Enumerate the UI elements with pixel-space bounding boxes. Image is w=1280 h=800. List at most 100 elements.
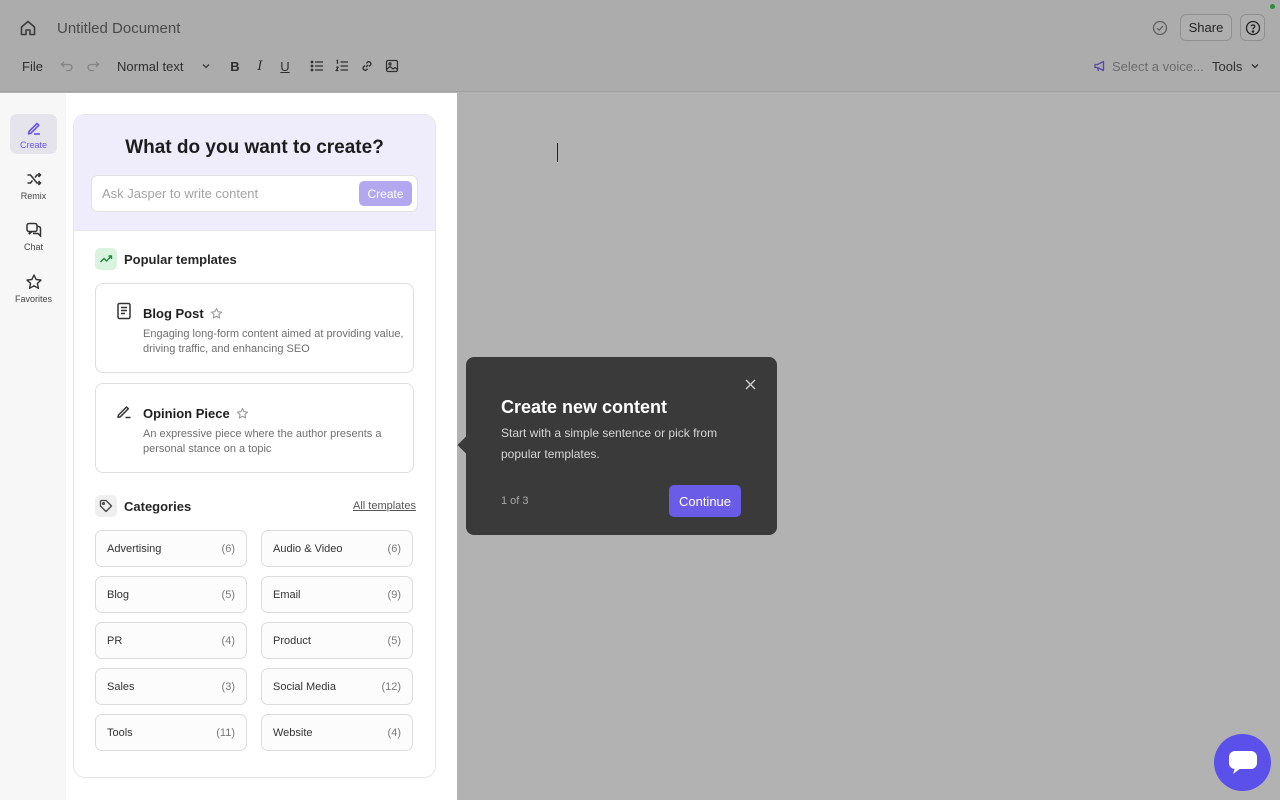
nav-item-create[interactable]: Create xyxy=(10,114,57,154)
template-name: Opinion Piece xyxy=(143,406,249,421)
template-name-text: Opinion Piece xyxy=(143,406,230,421)
template-card-opinion-piece[interactable]: Opinion Piece An expressive piece where … xyxy=(95,383,414,473)
popular-templates-title: Popular templates xyxy=(124,251,237,267)
bold-button[interactable]: B xyxy=(226,52,244,80)
tour-body: Start with a simple sentence or pick fro… xyxy=(501,426,718,461)
numbered-list-button[interactable] xyxy=(333,52,351,80)
category-advertising[interactable]: Advertising (6) xyxy=(95,530,247,567)
nav-item-chat[interactable]: Chat xyxy=(10,216,57,256)
close-icon xyxy=(745,379,755,389)
bullet-list-icon xyxy=(310,60,323,72)
nav-item-label: Favorites xyxy=(14,293,52,304)
categories-title: Categories xyxy=(124,498,192,514)
all-templates-link[interactable]: All templates xyxy=(353,500,416,512)
bullet-list-button[interactable] xyxy=(308,52,326,80)
category-name: Website xyxy=(273,726,313,739)
nav-item-label: Remix xyxy=(20,190,47,201)
category-count: (9) xyxy=(387,588,401,601)
template-description: Engaging long-form content aimed at prov… xyxy=(143,328,404,355)
saved-check-icon xyxy=(1152,20,1168,36)
document-icon xyxy=(115,302,133,320)
category-count: (4) xyxy=(221,634,235,647)
category-name: Email xyxy=(273,588,301,601)
support-chat-button[interactable] xyxy=(1214,734,1271,791)
help-icon xyxy=(1245,20,1260,35)
chevron-down-icon xyxy=(1251,64,1259,69)
insert-image-button[interactable] xyxy=(383,52,401,80)
tools-menu[interactable]: Tools xyxy=(1212,52,1260,80)
link-button[interactable] xyxy=(358,52,376,80)
text-caret xyxy=(557,143,558,162)
template-name-text: Blog Post xyxy=(143,306,204,321)
ask-jasper-input[interactable] xyxy=(102,176,352,211)
ask-create-button[interactable]: Create xyxy=(359,181,412,206)
category-blog[interactable]: Blog (5) xyxy=(95,576,247,613)
tour-step-counter: 1 of 3 xyxy=(501,495,529,507)
image-icon xyxy=(385,59,399,73)
continue-button[interactable]: Continue xyxy=(669,485,741,517)
category-website[interactable]: Website (4) xyxy=(261,714,413,751)
nav-item-label: Create xyxy=(19,139,47,150)
text-style-select[interactable]: Normal text xyxy=(117,52,211,80)
category-count: (3) xyxy=(221,680,235,693)
category-pr[interactable]: PR (4) xyxy=(95,622,247,659)
popular-templates-header: Popular templates xyxy=(95,248,237,270)
megaphone-icon xyxy=(1094,60,1105,72)
pen-icon xyxy=(115,402,133,420)
ask-jasper-box: Create xyxy=(91,175,418,212)
redo-icon xyxy=(87,61,100,72)
share-button[interactable]: Share xyxy=(1180,14,1232,41)
nav-item-favorites[interactable]: Favorites xyxy=(10,268,57,308)
undo-button[interactable] xyxy=(58,52,76,80)
category-count: (5) xyxy=(221,588,235,601)
template-name: Blog Post xyxy=(143,306,223,321)
category-tools[interactable]: Tools (11) xyxy=(95,714,247,751)
close-button[interactable] xyxy=(743,377,757,391)
category-sales[interactable]: Sales (3) xyxy=(95,668,247,705)
create-panel-header: What do you want to create? Create xyxy=(74,115,435,231)
italic-button[interactable]: I xyxy=(251,52,269,80)
category-count: (6) xyxy=(387,542,401,555)
tools-menu-label: Tools xyxy=(1212,58,1243,74)
formatting-toolbar: File Normal text B I U Select a voice... xyxy=(0,52,1280,80)
numbered-list-icon xyxy=(335,59,348,72)
nav-item-label: Chat xyxy=(23,241,43,252)
voice-select[interactable]: Select a voice... xyxy=(1093,52,1204,80)
tour-popover: Create new content Start with a simple s… xyxy=(457,357,777,535)
category-email[interactable]: Email (9) xyxy=(261,576,413,613)
favorite-star-icon[interactable] xyxy=(210,307,223,320)
favorite-star-icon[interactable] xyxy=(236,407,249,420)
star-icon xyxy=(25,273,42,289)
nav-item-remix[interactable]: Remix xyxy=(10,165,57,205)
category-count: (6) xyxy=(221,542,235,555)
help-button[interactable] xyxy=(1240,14,1265,41)
create-panel: What do you want to create? Create Popul… xyxy=(73,114,436,778)
category-product[interactable]: Product (5) xyxy=(261,622,413,659)
file-menu[interactable]: File xyxy=(22,52,43,80)
chat-bubble-icon xyxy=(1228,750,1257,774)
chat-icon xyxy=(25,222,41,238)
home-button[interactable] xyxy=(17,17,39,39)
undo-icon xyxy=(60,61,73,72)
template-card-blog-post[interactable]: Blog Post Engaging long-form content aim… xyxy=(95,283,414,373)
category-name: Sales xyxy=(107,680,135,693)
category-name: Product xyxy=(273,634,311,647)
tag-icon xyxy=(95,495,117,517)
shuffle-icon xyxy=(27,171,42,186)
categories-header: Categories xyxy=(95,495,191,517)
underline-button[interactable]: U xyxy=(276,52,294,80)
redo-button[interactable] xyxy=(84,52,102,80)
category-count: (5) xyxy=(387,634,401,647)
category-social-media[interactable]: Social Media (12) xyxy=(261,668,413,705)
category-name: Social Media xyxy=(273,680,336,693)
status-dot xyxy=(1270,4,1275,9)
category-count: (11) xyxy=(216,726,235,739)
left-nav: Create Remix Chat Favorites xyxy=(0,93,66,800)
category-audio-video[interactable]: Audio & Video (6) xyxy=(261,530,413,567)
category-name: Tools xyxy=(107,726,133,739)
trending-icon xyxy=(95,248,117,270)
category-count: (4) xyxy=(387,726,401,739)
text-style-value: Normal text xyxy=(117,58,184,74)
document-title[interactable]: Untitled Document xyxy=(57,20,180,37)
category-name: Blog xyxy=(107,588,130,601)
